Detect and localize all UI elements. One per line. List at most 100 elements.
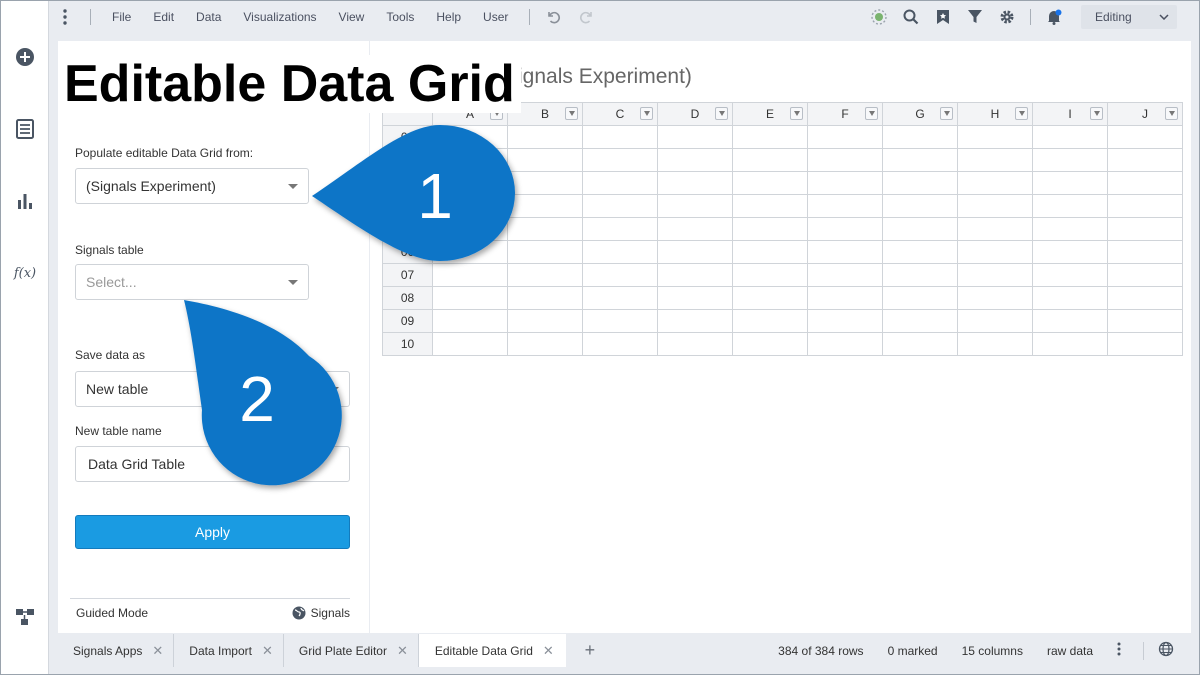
grid-cell[interactable] <box>1032 171 1108 195</box>
grid-cell[interactable] <box>507 171 583 195</box>
column-header[interactable]: F <box>807 102 883 126</box>
grid-cell[interactable] <box>807 263 883 287</box>
bookmark-icon[interactable] <box>930 5 956 29</box>
undo-icon[interactable] <box>540 5 566 29</box>
grid-cell[interactable] <box>882 194 958 218</box>
column-header[interactable]: E <box>732 102 808 126</box>
grid-cell[interactable] <box>732 332 808 356</box>
grid-cell[interactable] <box>582 171 658 195</box>
save-as-select[interactable]: New table <box>75 371 350 407</box>
grid-cell[interactable] <box>432 332 508 356</box>
more-vertical-icon[interactable] <box>50 9 80 25</box>
grid-cell[interactable] <box>582 286 658 310</box>
grid-cell[interactable] <box>1107 309 1183 333</box>
grid-cell[interactable] <box>807 125 883 149</box>
grid-cell[interactable] <box>807 171 883 195</box>
grid-cell[interactable] <box>807 240 883 264</box>
grid-cell[interactable] <box>1032 240 1108 264</box>
grid-cell[interactable] <box>582 309 658 333</box>
grid-cell[interactable] <box>432 309 508 333</box>
grid-cell[interactable] <box>957 332 1033 356</box>
grid-cell[interactable] <box>807 194 883 218</box>
grid-cell[interactable] <box>957 217 1033 241</box>
column-filter-icon[interactable] <box>940 107 953 120</box>
menu-tools[interactable]: Tools <box>375 10 425 24</box>
grid-cell[interactable] <box>957 240 1033 264</box>
filter-icon[interactable] <box>962 5 988 29</box>
grid-cell[interactable] <box>1032 263 1108 287</box>
grid-cell[interactable] <box>582 332 658 356</box>
redo-icon[interactable] <box>574 5 600 29</box>
grid-cell[interactable] <box>1107 263 1183 287</box>
close-icon[interactable]: ✕ <box>152 643 163 659</box>
signals-link[interactable]: Signals <box>292 606 350 620</box>
grid-cell[interactable] <box>657 240 733 264</box>
search-icon[interactable] <box>898 5 924 29</box>
tab-grid-plate-editor[interactable]: Grid Plate Editor ✕ <box>284 634 419 667</box>
grid-cell[interactable] <box>582 194 658 218</box>
row-header[interactable]: 09 <box>382 309 433 333</box>
grid-cell[interactable] <box>807 286 883 310</box>
hierarchy-icon[interactable] <box>13 605 37 629</box>
grid-cell[interactable] <box>1032 125 1108 149</box>
grid-cell[interactable] <box>732 125 808 149</box>
column-header[interactable]: J <box>1107 102 1183 126</box>
grid-cell[interactable] <box>582 263 658 287</box>
row-header[interactable]: 07 <box>382 263 433 287</box>
bar-chart-icon[interactable] <box>13 189 37 213</box>
column-filter-icon[interactable] <box>865 107 878 120</box>
grid-cell[interactable] <box>1032 309 1108 333</box>
grid-cell[interactable] <box>1107 148 1183 172</box>
notification-bell-icon[interactable] <box>1041 5 1067 29</box>
column-header[interactable]: G <box>882 102 958 126</box>
grid-cell[interactable] <box>957 148 1033 172</box>
grid-cell[interactable] <box>732 263 808 287</box>
column-filter-icon[interactable] <box>790 107 803 120</box>
recommendations-icon[interactable] <box>866 5 892 29</box>
row-header[interactable]: 06 <box>382 240 433 264</box>
grid-cell[interactable] <box>732 286 808 310</box>
close-icon[interactable]: ✕ <box>397 643 408 659</box>
grid-cell[interactable] <box>732 217 808 241</box>
grid-cell[interactable] <box>1107 171 1183 195</box>
grid-cell[interactable] <box>1032 148 1108 172</box>
row-header[interactable]: 08 <box>382 286 433 310</box>
grid-cell[interactable] <box>957 309 1033 333</box>
apply-button[interactable]: Apply <box>75 515 350 549</box>
grid-cell[interactable] <box>507 125 583 149</box>
populate-select[interactable]: (Signals Experiment) <box>75 168 309 204</box>
tab-signals-apps[interactable]: Signals Apps ✕ <box>58 634 175 667</box>
more-vertical-icon[interactable] <box>1117 642 1121 659</box>
column-filter-icon[interactable] <box>565 107 578 120</box>
grid-cell[interactable] <box>882 171 958 195</box>
grid-cell[interactable] <box>657 217 733 241</box>
menu-data[interactable]: Data <box>185 10 232 24</box>
grid-cell[interactable] <box>582 217 658 241</box>
grid-cell[interactable] <box>1032 217 1108 241</box>
grid-cell[interactable] <box>432 194 508 218</box>
grid-cell[interactable] <box>657 263 733 287</box>
grid-cell[interactable] <box>957 171 1033 195</box>
tab-data-import[interactable]: Data Import ✕ <box>174 634 284 667</box>
grid-cell[interactable] <box>657 286 733 310</box>
add-icon[interactable] <box>13 45 37 69</box>
menu-file[interactable]: File <box>101 10 142 24</box>
grid-cell[interactable] <box>507 263 583 287</box>
globe-icon[interactable] <box>1158 641 1174 660</box>
grid-cell[interactable] <box>807 217 883 241</box>
grid-cell[interactable] <box>507 309 583 333</box>
grid-cell[interactable] <box>1107 194 1183 218</box>
grid-cell[interactable] <box>957 125 1033 149</box>
grid-cell[interactable] <box>507 148 583 172</box>
column-filter-icon[interactable] <box>715 107 728 120</box>
grid-cell[interactable] <box>882 263 958 287</box>
grid-cell[interactable] <box>882 217 958 241</box>
row-header[interactable]: 01 <box>382 125 433 149</box>
grid-cell[interactable] <box>807 309 883 333</box>
grid-cell[interactable] <box>582 240 658 264</box>
grid-cell[interactable] <box>432 263 508 287</box>
new-table-name-input[interactable]: Data Grid Table <box>75 446 350 482</box>
grid-cell[interactable] <box>732 309 808 333</box>
grid-cell[interactable] <box>657 332 733 356</box>
grid-cell[interactable] <box>1107 240 1183 264</box>
